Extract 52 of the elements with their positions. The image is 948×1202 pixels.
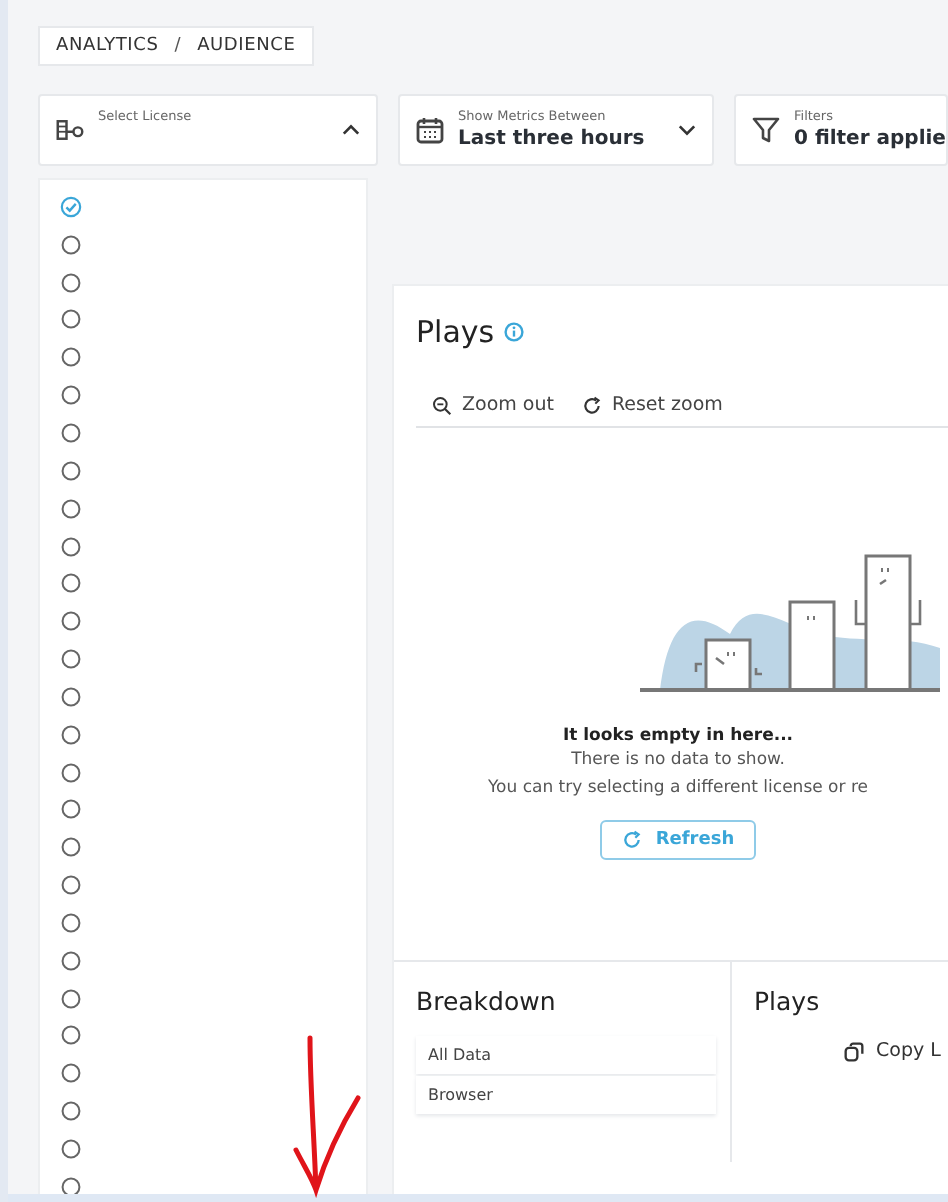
- reset-icon: [581, 395, 602, 415]
- radio-icon[interactable]: [60, 610, 82, 633]
- radio-icon[interactable]: [60, 1100, 82, 1123]
- checked-radio-icon[interactable]: [60, 195, 82, 218]
- radio-icon[interactable]: [60, 384, 82, 407]
- radio-icon[interactable]: [60, 233, 82, 256]
- radio-icon[interactable]: [60, 308, 82, 331]
- radio-icon[interactable]: [60, 949, 82, 972]
- radio-icon[interactable]: [60, 911, 82, 934]
- zoom-out-icon: [432, 395, 452, 415]
- breadcrumb-item[interactable]: ANALYTICS: [56, 36, 159, 56]
- calendar-icon: [416, 116, 444, 144]
- radio-icon[interactable]: [60, 798, 82, 821]
- radio-icon[interactable]: [60, 271, 82, 294]
- radio-icon[interactable]: [60, 535, 82, 558]
- radio-icon[interactable]: [60, 685, 82, 708]
- radio-icon[interactable]: [60, 987, 82, 1010]
- select-value: 0 filter applie: [794, 128, 946, 150]
- empty-state-text: There is no data to show.: [571, 748, 785, 774]
- radio-icon[interactable]: [60, 572, 82, 595]
- radio-icon[interactable]: [60, 1024, 82, 1047]
- breakdown-item[interactable]: Browser: [416, 1076, 716, 1114]
- card-title: Plays: [416, 314, 495, 350]
- radio-icon[interactable]: [60, 459, 82, 482]
- radio-icon[interactable]: [60, 421, 82, 444]
- radio-icon[interactable]: [60, 648, 82, 671]
- copy-link-button[interactable]: Copy L: [844, 1040, 941, 1062]
- empty-state-text: You can try selecting a different license or re: [487, 776, 868, 802]
- radio-icon[interactable]: [60, 761, 82, 784]
- radio-icon[interactable]: [60, 874, 82, 897]
- radio-icon[interactable]: [60, 836, 82, 859]
- section-title: Plays: [754, 986, 822, 1016]
- radio-icon[interactable]: [60, 1138, 82, 1161]
- radio-icon[interactable]: [60, 497, 82, 520]
- copy-icon: [844, 1041, 864, 1061]
- reset-zoom-button[interactable]: Reset zoom: [581, 394, 723, 416]
- breadcrumb-item[interactable]: AUDIENCE: [197, 36, 296, 56]
- select-value: Last three hours: [458, 128, 647, 150]
- key-icon: [56, 116, 84, 144]
- section-title: Breakdown: [416, 986, 558, 1016]
- radio-icon[interactable]: [60, 1062, 82, 1085]
- info-icon[interactable]: [504, 322, 525, 342]
- refresh-icon: [621, 830, 642, 850]
- radio-icon[interactable]: [60, 346, 82, 369]
- breakdown-item[interactable]: All Data: [416, 1036, 716, 1074]
- filter-icon: [752, 116, 780, 144]
- chevron-down-icon: [678, 124, 696, 136]
- breadcrumb-separator: /: [174, 36, 182, 56]
- radio-icon[interactable]: [60, 1175, 82, 1198]
- empty-state-title: It looks empty in here...: [562, 726, 794, 746]
- zoom-out-button[interactable]: Zoom out: [432, 394, 554, 416]
- radio-icon[interactable]: [60, 723, 82, 746]
